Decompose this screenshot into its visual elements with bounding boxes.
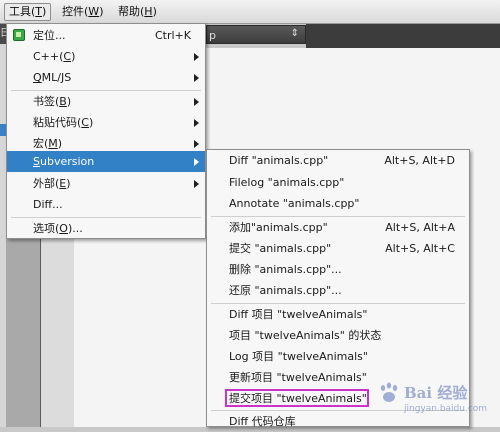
subversion-mnemonic: S [33, 155, 40, 168]
svn-diff-file-label: Diff "animals.cpp" [229, 154, 329, 167]
menu-tools-suffix: ) [42, 5, 47, 18]
options-mnemonic: O [59, 222, 68, 235]
menu-item-locate-label: 定位... [33, 29, 66, 42]
submenu-arrow-icon [194, 53, 199, 61]
svn-revert-file-label: 还原 "animals.cpp"... [229, 284, 342, 297]
submenu-arrow-icon [194, 98, 199, 106]
menu-item-bookmark-label: 书签(B) [33, 91, 71, 112]
menu-item-subversion[interactable]: Subversion [7, 151, 205, 172]
menu-item-qml-label: QML/JS [33, 67, 71, 88]
menu-item-external[interactable]: 外部(E) [7, 173, 205, 194]
menu-controls[interactable]: 控件(W) [58, 3, 107, 21]
svn-diff-file[interactable]: Diff "animals.cpp" Alt+S, Alt+D [207, 150, 469, 171]
svn-commit-file[interactable]: 提交 "animals.cpp" Alt+S, Alt+C [207, 238, 469, 259]
svn-filelog[interactable]: Filelog "animals.cpp" [207, 172, 469, 193]
svn-annotate[interactable]: Annotate "animals.cpp" [207, 193, 469, 214]
menu-item-options[interactable]: 选项(O)... [7, 218, 205, 239]
submenu-arrow-icon [194, 119, 199, 127]
editor-toolbar [306, 24, 500, 48]
cpp-mnemonic: C [63, 50, 72, 63]
menu-item-subversion-label: Subversion [33, 151, 94, 172]
menu-item-locate[interactable]: 定位... Ctrl+K [7, 25, 205, 46]
qml-post: ML/JS [41, 71, 72, 84]
svn-revert-file[interactable]: 还原 "animals.cpp"... [207, 280, 469, 301]
submenu-arrow-icon [194, 140, 199, 148]
svn-commit-file-label: 提交 "animals.cpp" [229, 242, 332, 255]
menu-item-diff-label: Diff... [33, 198, 63, 211]
options-post: )... [67, 222, 83, 235]
svn-commit-file-shortcut: Alt+S, Alt+C [385, 242, 455, 255]
svn-filelog-label: Filelog "animals.cpp" [229, 176, 345, 189]
svn-diff-repository-label: Diff 代码仓库 [229, 415, 296, 428]
menu-item-diff[interactable]: Diff... [7, 194, 205, 215]
external-post: ) [66, 177, 71, 190]
svn-update-project-label: 更新项目 "twelveAnimals" [229, 371, 367, 384]
svn-project-status-label: 项目 "twelveAnimals" 的状态 [229, 329, 382, 342]
watermark-url: jingyan.baidu.com [404, 404, 488, 414]
menu-tools[interactable]: 工具(T) [4, 3, 52, 21]
svn-delete-file[interactable]: 删除 "animals.cpp"... [207, 259, 469, 280]
cpp-post: ) [71, 50, 76, 63]
menu-bar: 工具(T) 控件(W) 帮助(H) [0, 0, 500, 24]
svn-annotate-label: Annotate "animals.cpp" [229, 197, 360, 210]
menu-controls-label: 控件( [62, 5, 89, 18]
svn-delete-file-label: 删除 "animals.cpp"... [229, 263, 342, 276]
svn-add-file[interactable]: 添加"animals.cpp" Alt+S, Alt+A [207, 217, 469, 238]
menu-item-locate-shortcut: Ctrl+K [154, 29, 191, 42]
menu-item-paste-code[interactable]: 粘贴代码(C) [7, 112, 205, 133]
menu-controls-suffix: ) [99, 5, 104, 18]
menu-item-cpp[interactable]: C++(C) [7, 46, 205, 67]
menu-item-options-label: 选项(O)... [33, 218, 83, 239]
editor-gutter [40, 230, 75, 427]
svn-log-project[interactable]: Log 项目 "twelveAnimals" [207, 346, 469, 367]
menu-item-bookmark[interactable]: 书签(B) [7, 91, 205, 112]
svn-add-file-label: 添加"animals.cpp" [229, 221, 328, 234]
menu-item-cpp-label: C++(C) [33, 46, 75, 67]
submenu-arrow-icon [194, 158, 199, 166]
menu-item-external-label: 外部(E) [33, 173, 71, 194]
menu-help[interactable]: 帮助(H) [114, 3, 161, 21]
subversion-post: ubversion [39, 155, 95, 168]
macro-pre: 宏( [33, 137, 49, 150]
paste-pre: 粘贴代码( [33, 116, 82, 129]
file-combo-text: p [209, 29, 216, 42]
menu-item-qml[interactable]: QML/JS [7, 67, 205, 88]
watermark-title: Bai 经验 [404, 384, 468, 402]
baidu-watermark: Bai 经验 jingyan.baidu.com [378, 378, 500, 427]
menu-tools-label: 工具( [9, 5, 36, 18]
locate-icon [13, 29, 25, 41]
macro-post: ) [57, 137, 63, 150]
tools-menu: 定位... Ctrl+K C++(C) QML/JS 书签(B) 粘贴代码(C)… [6, 23, 206, 239]
submenu-arrow-icon [194, 74, 199, 82]
menu-controls-mnemonic: W [88, 5, 100, 18]
menu-item-paste-label: 粘贴代码(C) [33, 112, 93, 133]
menu-help-mnemonic: H [144, 5, 153, 18]
svn-diff-project-label: Diff 项目 "twelveAnimals" [229, 308, 368, 321]
menu-help-label: 帮助( [118, 5, 145, 18]
bookmark-pre: 书签( [33, 95, 60, 108]
cpp-pre: C++( [33, 50, 64, 63]
submenu-arrow-icon [194, 180, 199, 188]
qml-mnemonic: Q [33, 71, 42, 84]
paw-icon [380, 382, 398, 402]
svn-commit-project-label: 提交项目 "twelveAnimals" [229, 392, 367, 405]
bookmark-mnemonic: B [59, 95, 67, 108]
file-combo[interactable]: p ⇕ [206, 25, 306, 44]
combo-updown-icon: ⇕ [290, 28, 299, 39]
paste-mnemonic: C [81, 116, 89, 129]
menu-help-suffix: ) [152, 5, 157, 18]
external-pre: 外部( [33, 177, 60, 190]
bookmark-post: ) [66, 95, 72, 108]
macro-mnemonic: M [48, 137, 58, 150]
svn-diff-project[interactable]: Diff 项目 "twelveAnimals" [207, 304, 469, 325]
options-pre: 选项( [33, 222, 60, 235]
svn-log-project-label: Log 项目 "twelveAnimals" [229, 350, 368, 363]
svn-add-file-shortcut: Alt+S, Alt+A [385, 221, 455, 234]
svn-project-status[interactable]: 项目 "twelveAnimals" 的状态 [207, 325, 469, 346]
paste-post: ) [88, 116, 94, 129]
svn-diff-file-shortcut: Alt+S, Alt+D [384, 154, 455, 167]
